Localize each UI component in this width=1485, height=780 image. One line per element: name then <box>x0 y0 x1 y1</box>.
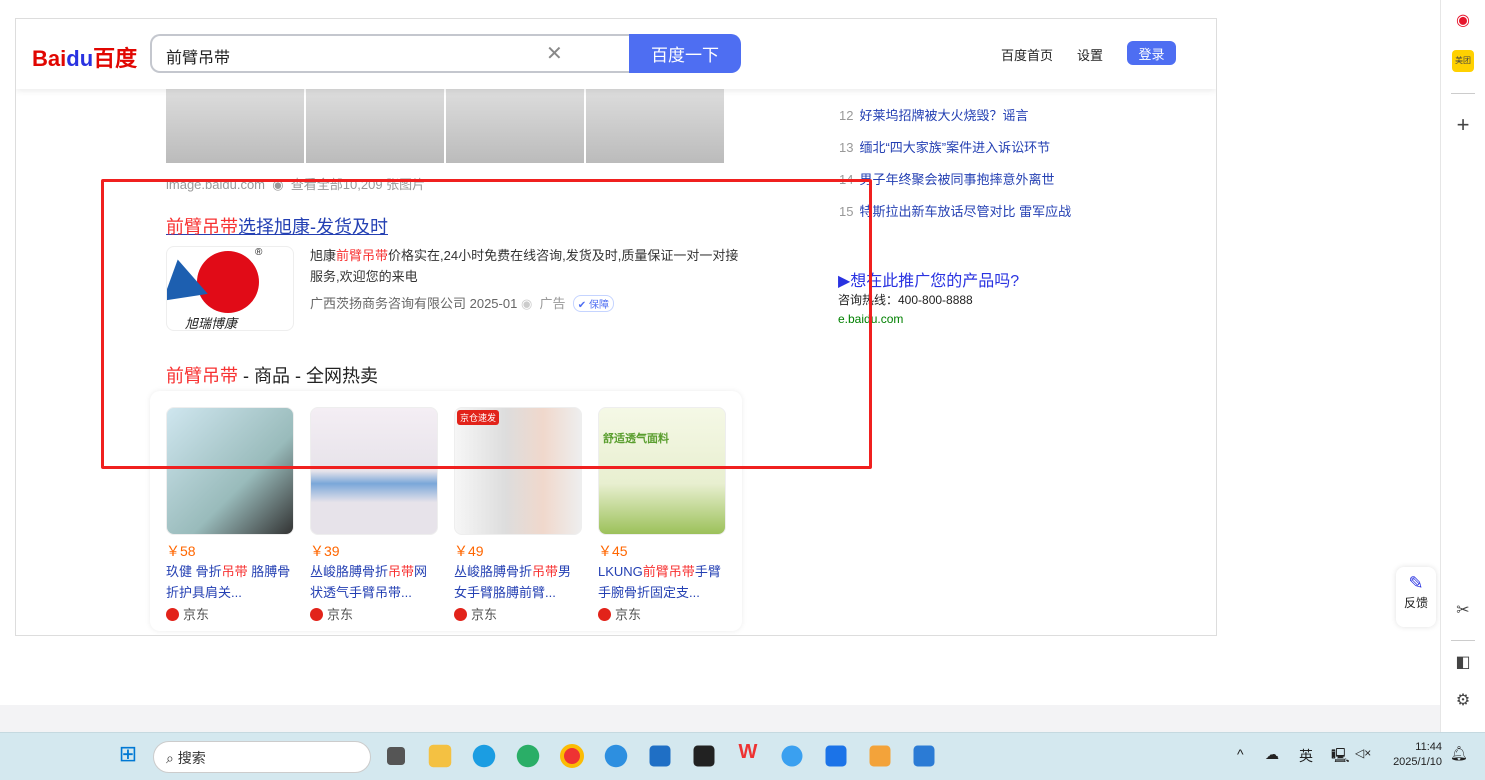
notepad-icon[interactable] <box>913 745 935 767</box>
chat-icon[interactable] <box>781 745 803 767</box>
image-results-strip[interactable] <box>166 89 724 163</box>
clock[interactable]: 11:44 2025/1/10 <box>1386 740 1442 770</box>
feedback-button[interactable]: ✎ 反馈 <box>1396 567 1436 627</box>
ime-indicator[interactable]: 英 <box>1299 746 1313 766</box>
upload-app-icon[interactable] <box>825 745 847 767</box>
nav-home[interactable]: 百度首页 <box>1001 45 1053 64</box>
tray-chevron-icon[interactable]: ^ <box>1237 746 1244 762</box>
volume-muted-icon[interactable]: ◁× <box>1355 746 1371 760</box>
scissors-icon[interactable]: ✂ <box>1452 600 1474 622</box>
notification-bell-icon[interactable]: 🔔︎ <box>1450 745 1468 762</box>
start-icon[interactable]: ⊞ <box>113 741 143 771</box>
wps-icon[interactable]: W <box>733 741 763 771</box>
meituan-icon[interactable]: 美团 <box>1452 50 1474 72</box>
search-button[interactable]: 百度一下 <box>629 34 741 73</box>
hot-item[interactable]: 12 好莱坞招牌被大火烧毁？谣言 <box>839 105 1028 124</box>
clear-icon[interactable]: ✕ <box>546 41 563 66</box>
jd-icon <box>598 608 611 621</box>
taskbar: ⊞ ⌕ 搜索 W ^ ☁ 英 🖳 ◁× 11:44 2025/1/10 🔔︎ <box>0 732 1485 780</box>
photos-icon[interactable] <box>869 745 891 767</box>
taskbar-search[interactable]: ⌕ 搜索 <box>153 741 371 773</box>
jd-icon <box>310 608 323 621</box>
page-bottom <box>0 705 1440 732</box>
side-panel: ◉ 美团 + ✂ ◧ ⚙ <box>1440 0 1485 732</box>
jd-icon <box>454 608 467 621</box>
file-explorer-icon[interactable] <box>428 744 452 768</box>
browser-icon[interactable] <box>604 744 628 768</box>
nav-settings[interactable]: 设置 <box>1077 45 1103 64</box>
settings-icon[interactable]: ⚙ <box>1452 690 1474 712</box>
hot-item[interactable]: 13 缅北“四大家族”案件进入诉讼环节 <box>839 137 1050 156</box>
add-icon[interactable]: + <box>1452 112 1474 137</box>
search-header: Baidu百度 前臂吊带 ✕ 百度一下 百度首页 设置 登录 <box>16 19 1216 89</box>
login-button[interactable]: 登录 <box>1127 41 1176 65</box>
baidu-logo[interactable]: Baidu百度 <box>32 41 137 73</box>
annotation-box <box>101 179 872 469</box>
weibo-icon[interactable]: ◉ <box>1452 10 1474 32</box>
edit-icon: ✎ <box>1408 573 1424 593</box>
chrome-icon[interactable] <box>560 744 584 768</box>
onedrive-icon[interactable]: ☁ <box>1265 746 1279 763</box>
shop-jd: 京东 <box>166 604 294 623</box>
hot-item[interactable]: 15 特斯拉出新车放话尽管对比 雷军应战 <box>839 201 1071 220</box>
wechat-icon[interactable] <box>516 744 540 768</box>
edge-icon[interactable] <box>472 744 496 768</box>
sidebar-toggle-icon[interactable]: ◧ <box>1452 652 1474 674</box>
network-icon[interactable]: 🖳 <box>1331 745 1350 769</box>
sticky-notes-icon[interactable] <box>693 745 715 767</box>
store-icon[interactable] <box>649 745 671 767</box>
task-view-icon[interactable] <box>387 747 405 765</box>
jd-icon <box>166 608 179 621</box>
